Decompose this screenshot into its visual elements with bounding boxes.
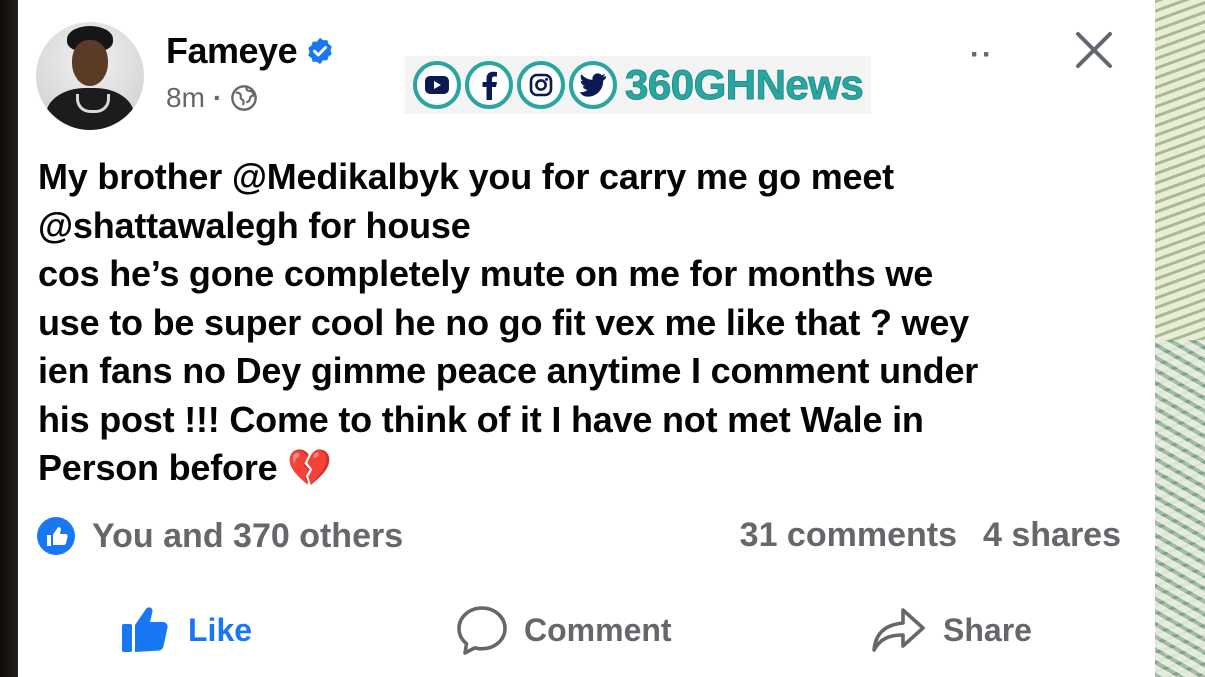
share-button[interactable]: Share [871, 604, 1032, 656]
like-button[interactable]: Like [120, 604, 252, 656]
like-label: Like [188, 611, 253, 648]
post-meta: 8m · [166, 82, 258, 114]
author-row: Fameye [166, 30, 335, 72]
post-body: My brother @Medikalbyk you for carry me … [38, 153, 1148, 493]
post-body-text: My brother @Medikalbyk you for carry me … [38, 156, 979, 488]
reactions-count: You and 370 others [92, 516, 404, 555]
close-icon[interactable] [1072, 28, 1116, 72]
verified-badge-icon [308, 37, 332, 65]
watermark: 360GHNews [405, 56, 872, 114]
youtube-icon [413, 61, 461, 109]
post-time[interactable]: 8m [166, 82, 205, 114]
reactions-summary[interactable]: You and 370 others [36, 516, 403, 556]
facebook-icon [465, 61, 513, 109]
twitter-icon [569, 61, 617, 109]
meta-separator: · [212, 82, 223, 113]
thumbs-up-icon [122, 607, 168, 652]
broken-heart-emoji: 💔 [287, 447, 332, 488]
share-arrow-icon [872, 608, 925, 652]
comment-button[interactable]: Comment [456, 604, 672, 656]
comment-bubble-icon [457, 606, 507, 655]
share-label: Share [943, 611, 1032, 648]
instagram-icon [517, 61, 565, 109]
more-options-icon[interactable]: ·· [970, 38, 994, 72]
background-left [0, 0, 18, 677]
watermark-text: 360GHNews [624, 61, 864, 109]
background-right [1155, 0, 1205, 677]
engagement-counts: 31 comments 4 shares [740, 516, 1121, 555]
action-bar: Like Comment Share [18, 598, 1155, 668]
author-name[interactable]: Fameye [166, 30, 298, 72]
globe-icon [231, 85, 258, 111]
post-card: Fameye 8m · 360GHNews ·· My brother @Med… [18, 0, 1155, 677]
avatar[interactable] [36, 22, 144, 130]
shares-count[interactable]: 4 shares [983, 516, 1121, 555]
comments-count[interactable]: 31 comments [740, 516, 957, 555]
comment-label: Comment [524, 611, 672, 648]
like-reaction-icon [37, 517, 75, 555]
